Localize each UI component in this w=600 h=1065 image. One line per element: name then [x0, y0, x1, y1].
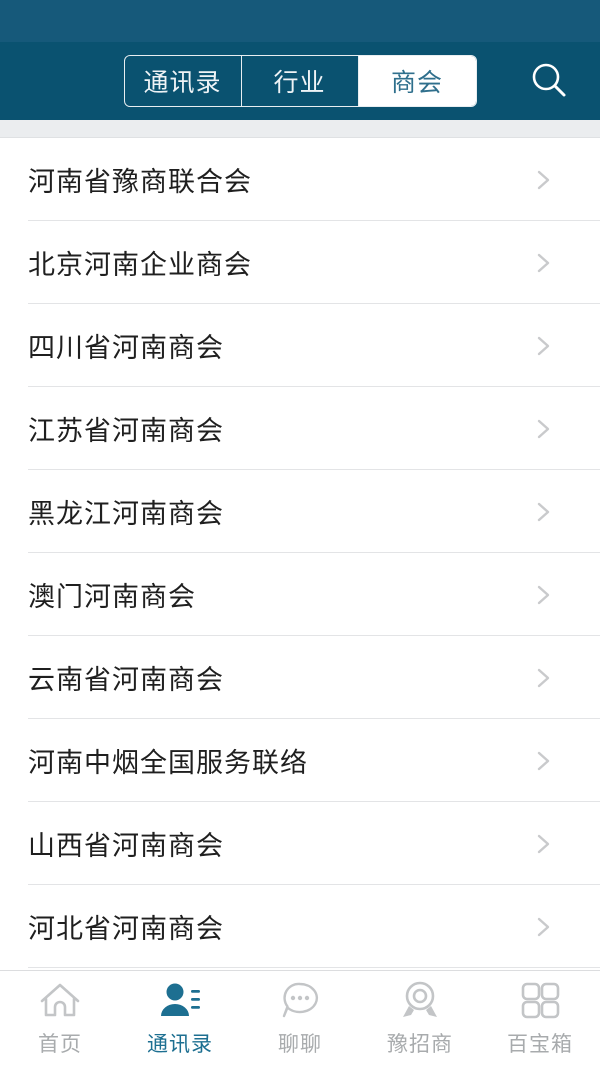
list-item-label: 黑龙江河南商会: [28, 499, 224, 530]
list-item-label: 河南省豫商联合会: [28, 167, 252, 198]
list-item[interactable]: 云南省河南商会: [0, 636, 600, 719]
bottom-tab-bar: 首页 通讯录 聊聊 豫招商 百宝箱: [0, 970, 600, 1065]
chevron-right-icon: [530, 333, 556, 359]
tab-investment[interactable]: 豫招商: [360, 971, 480, 1065]
list-item-label: 澳门河南商会: [28, 582, 196, 613]
tab-toolbox[interactable]: 百宝箱: [480, 971, 600, 1065]
chevron-right-icon: [530, 582, 556, 608]
segment-chamber[interactable]: 商会: [358, 56, 476, 106]
contacts-icon: [157, 978, 203, 1022]
list-item[interactable]: 江苏省河南商会: [0, 387, 600, 470]
chat-icon: [277, 978, 323, 1022]
segment-contacts-label: 通讯录: [143, 68, 222, 97]
segmented-control[interactable]: 通讯录 行业 商会: [123, 55, 477, 107]
list-item[interactable]: 四川省河南商会: [0, 304, 600, 387]
list-item-label: 江苏省河南商会: [28, 416, 224, 447]
status-bar: [0, 0, 600, 42]
list-item-label: 山西省河南商会: [28, 831, 224, 862]
segment-industry-label: 行业: [273, 68, 326, 97]
list-item-label: 河北省河南商会: [28, 914, 224, 945]
list-item[interactable]: 河南省豫商联合会: [0, 138, 600, 221]
list-item-label: 云南省河南商会: [28, 665, 224, 696]
list-item-label: 四川省河南商会: [28, 333, 224, 364]
list-item[interactable]: 黑龙江河南商会: [0, 470, 600, 553]
chevron-right-icon: [530, 665, 556, 691]
tab-contacts[interactable]: 通讯录: [120, 971, 240, 1065]
medal-icon: [397, 978, 443, 1022]
list-item[interactable]: 山西省河南商会: [0, 802, 600, 885]
section-separator-band: [0, 120, 600, 138]
tab-chat-label: 聊聊: [278, 1032, 322, 1056]
tab-home-label: 首页: [38, 1032, 82, 1056]
navigation-bar: 通讯录 行业 商会: [0, 42, 600, 120]
chevron-right-icon: [530, 250, 556, 276]
grid-icon: [517, 978, 563, 1022]
list-item-label: 河南中烟全国服务联络: [28, 748, 308, 779]
chevron-right-icon: [530, 416, 556, 442]
app-root: 通讯录 行业 商会 河南省豫商联合会 北京河南企业商会 四川省河南商会 江苏省河…: [0, 0, 600, 1065]
segment-contacts[interactable]: 通讯录: [125, 56, 242, 106]
chevron-right-icon: [530, 914, 556, 940]
list-item[interactable]: 北京河南企业商会: [0, 221, 600, 304]
tab-home[interactable]: 首页: [0, 971, 120, 1065]
tab-chat[interactable]: 聊聊: [240, 971, 360, 1065]
chevron-right-icon: [530, 748, 556, 774]
tab-toolbox-label: 百宝箱: [507, 1032, 573, 1056]
tab-investment-label: 豫招商: [387, 1032, 453, 1056]
chamber-list: 河南省豫商联合会 北京河南企业商会 四川省河南商会 江苏省河南商会 黑龙江河南商: [0, 138, 600, 970]
list-item[interactable]: 澳门河南商会: [0, 553, 600, 636]
list-item[interactable]: 河北省河南商会: [0, 885, 600, 968]
list-item-label: 北京河南企业商会: [28, 250, 252, 281]
segment-chamber-label: 商会: [390, 68, 443, 97]
home-icon: [37, 978, 83, 1022]
tab-contacts-label: 通讯录: [147, 1032, 213, 1056]
chevron-right-icon: [530, 499, 556, 525]
chevron-right-icon: [530, 167, 556, 193]
chevron-right-icon: [530, 831, 556, 857]
search-button[interactable]: [522, 54, 576, 108]
list-item[interactable]: 河南中烟全国服务联络: [0, 719, 600, 802]
search-icon: [528, 60, 570, 102]
segment-industry[interactable]: 行业: [242, 56, 359, 106]
